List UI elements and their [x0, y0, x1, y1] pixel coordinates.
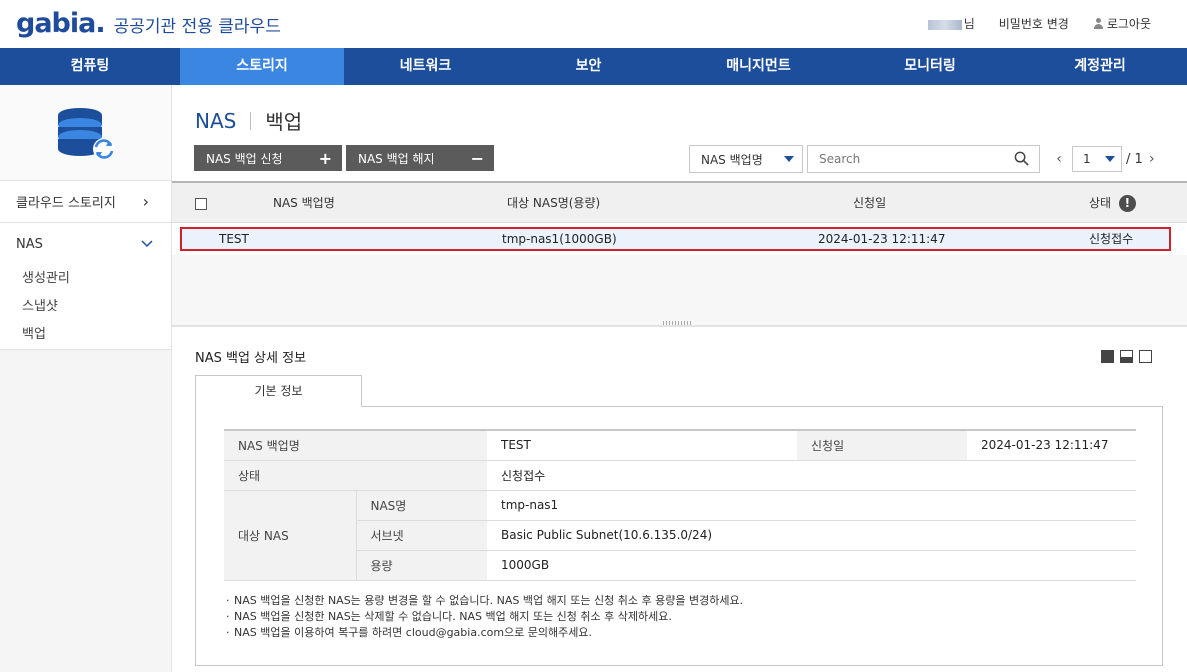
user-name: 님: [927, 15, 975, 32]
notice-list: NAS 백업을 신청한 NAS는 용량 변경을 할 수 없습니다. NAS 백업…: [224, 593, 743, 641]
cell-apply-date: 2024-01-23 12:11:47: [818, 232, 946, 246]
gabia-logo[interactable]: gabia . 공공기관 전용 클라우드: [16, 8, 281, 39]
layout-split-icon[interactable]: [1120, 350, 1133, 363]
label-nas-name: NAS명: [356, 490, 487, 521]
detail-title: NAS 백업 상세 정보: [195, 351, 307, 366]
apply-backup-label: NAS 백업 신청: [206, 151, 283, 166]
col-apply-date[interactable]: 신청일: [853, 183, 886, 223]
logout-link[interactable]: 로그아웃: [1093, 15, 1151, 32]
layout-toggle: [1101, 350, 1152, 363]
value-subnet: Basic Public Subnet(10.6.135.0/24): [487, 520, 1136, 551]
pane-splitter[interactable]: [172, 325, 1187, 327]
logo-word: gabia: [16, 8, 96, 39]
top-header: gabia . 공공기관 전용 클라우드 님 비밀번호 변경 로그아웃: [0, 0, 1187, 48]
select-all-checkbox[interactable]: [195, 198, 207, 210]
total-pages: / 1: [1126, 151, 1143, 167]
layout-top-icon[interactable]: [1101, 350, 1114, 363]
col-status-label: 상태: [1089, 196, 1112, 210]
sidebar-item-snapshot[interactable]: 스냅샷: [0, 293, 171, 321]
sidebar-item-create[interactable]: 생성관리: [0, 265, 171, 293]
storage-sync-icon: [57, 107, 115, 160]
main-nav: 컴퓨팅 스토리지 네트워크 보안 매니지먼트 모니터링 계정관리: [0, 48, 1187, 85]
value-backup-name: TEST: [487, 429, 797, 461]
sidebar: 클라우드 스토리지 › NAS 생성관리 스냅샷 백업: [0, 85, 172, 672]
nav-computing[interactable]: 컴퓨팅: [0, 48, 180, 85]
col-target-nas[interactable]: 대상 NAS명(용량): [507, 183, 600, 223]
page-dropdown-icon: [1105, 156, 1115, 162]
main-content: NAS 백업 NAS 백업 신청 + NAS 백업 해지 − NAS 백업명 ‹…: [172, 85, 1187, 672]
sidebar-banner: [0, 85, 171, 181]
sidebar-section-nas[interactable]: NAS: [0, 223, 171, 265]
chevron-down-icon: [141, 240, 153, 248]
label-target-nas: 대상 NAS: [224, 490, 357, 581]
sidebar-section-label: NAS: [16, 236, 43, 252]
logo-subtitle: 공공기관 전용 클라우드: [113, 17, 281, 37]
filter-select-value: NAS 백업명: [701, 152, 763, 167]
col-status[interactable]: 상태 !: [1089, 183, 1136, 223]
tab-basic-info[interactable]: 기본 정보: [195, 375, 362, 407]
table-row[interactable]: TEST tmp-nas1(1000GB) 2024-01-23 12:11:4…: [180, 227, 1171, 251]
prev-page-icon[interactable]: ‹: [1050, 151, 1068, 167]
sidebar-group-cloud-storage[interactable]: 클라우드 스토리지 ›: [0, 181, 171, 223]
value-apply-date: 2024-01-23 12:11:47: [967, 429, 1136, 461]
cell-status: 신청접수: [1089, 232, 1134, 246]
page-select[interactable]: 1: [1072, 146, 1122, 172]
col-backup-name[interactable]: NAS 백업명: [273, 183, 335, 223]
search-input[interactable]: [808, 146, 998, 172]
user-suffix: 님: [963, 17, 975, 31]
title-divider: [250, 111, 252, 130]
value-status: 신청접수: [487, 460, 1136, 491]
info-icon[interactable]: !: [1118, 195, 1136, 212]
plus-icon: +: [318, 148, 332, 168]
apply-backup-button[interactable]: NAS 백업 신청 +: [194, 145, 342, 171]
notice-item: NAS 백업을 신청한 NAS는 삭제할 수 없습니다. NAS 백업 해지 또…: [224, 609, 743, 625]
notice-item: NAS 백업을 신청한 NAS는 용량 변경을 할 수 없습니다. NAS 백업…: [224, 593, 743, 609]
person-icon: [1093, 18, 1103, 29]
cell-target-nas: tmp-nas1(1000GB): [502, 232, 617, 246]
cancel-backup-label: NAS 백업 해지: [358, 151, 435, 166]
cancel-backup-button[interactable]: NAS 백업 해지 −: [346, 145, 494, 171]
notice-item: NAS 백업을 이용하여 복구를 하려면 cloud@gabia.com으로 문…: [224, 625, 743, 641]
grid-empty-area: [172, 255, 1187, 325]
logo-dot: .: [95, 8, 106, 39]
label-apply-date: 신청일: [797, 429, 967, 461]
label-status: 상태: [224, 460, 487, 491]
header-user-menu: 님 비밀번호 변경 로그아웃: [927, 15, 1151, 32]
layout-full-icon[interactable]: [1139, 350, 1152, 363]
sidebar-group-label: 클라우드 스토리지: [16, 196, 116, 211]
sidebar-item-backup[interactable]: 백업: [0, 321, 171, 349]
change-password-link[interactable]: 비밀번호 변경: [999, 15, 1069, 32]
page-title-sub: 백업: [265, 110, 303, 134]
value-nas-name: tmp-nas1: [487, 490, 1136, 521]
sidebar-fill: [0, 349, 171, 672]
nav-security[interactable]: 보안: [507, 48, 670, 85]
filter-select[interactable]: NAS 백업명: [689, 145, 803, 173]
minus-icon: −: [470, 148, 484, 168]
chevron-right-icon: ›: [142, 192, 149, 211]
search-box: [807, 145, 1040, 173]
label-subnet: 서브넷: [356, 520, 487, 551]
nav-account[interactable]: 계정관리: [1013, 48, 1187, 85]
cell-backup-name: TEST: [219, 232, 249, 246]
grid-header: NAS 백업명 대상 NAS명(용량) 신청일 상태 !: [172, 181, 1187, 223]
label-capacity: 용량: [356, 550, 487, 581]
search-icon[interactable]: [1014, 151, 1029, 166]
value-capacity: 1000GB: [487, 550, 1136, 581]
user-name-redacted: [927, 19, 962, 30]
nav-management[interactable]: 매니지먼트: [670, 48, 847, 85]
nav-monitoring[interactable]: 모니터링: [847, 48, 1013, 85]
logout-label: 로그아웃: [1106, 17, 1151, 31]
detail-table: NAS 백업명 TEST 신청일 2024-01-23 12:11:47 상태 …: [224, 429, 1136, 581]
page-title-main: NAS: [195, 108, 237, 133]
detail-panel: NAS 백업명 TEST 신청일 2024-01-23 12:11:47 상태 …: [195, 406, 1163, 666]
nav-network[interactable]: 네트워크: [344, 48, 507, 85]
dropdown-arrow-icon: [784, 156, 794, 162]
next-page-icon[interactable]: ›: [1143, 151, 1161, 167]
page-title: NAS 백업: [195, 106, 302, 135]
pagination: ‹ 1 / 1 ›: [1050, 145, 1161, 173]
label-backup-name: NAS 백업명: [224, 429, 487, 461]
current-page: 1: [1083, 152, 1091, 166]
nav-storage[interactable]: 스토리지: [180, 48, 344, 85]
